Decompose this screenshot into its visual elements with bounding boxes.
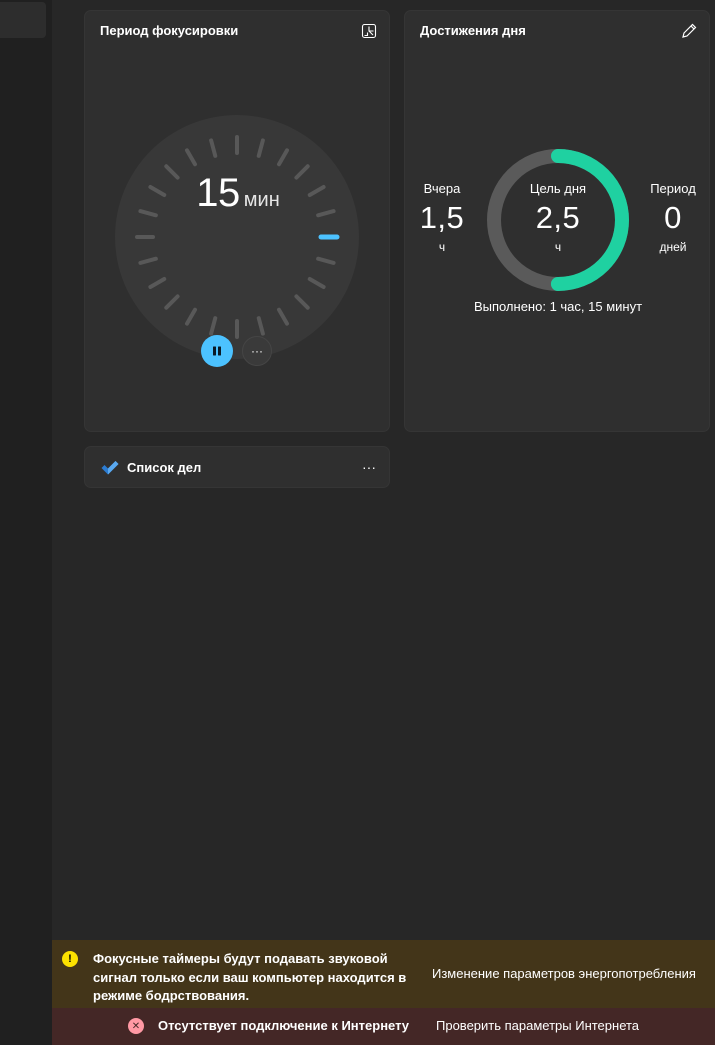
daily-progress-card: Достижения дня Вчера 1,5 ч Цель дня 2,5 … (404, 10, 710, 432)
todo-check-icon (101, 461, 119, 475)
warning-banner: ! Фокусные таймеры будут подавать звуков… (52, 940, 715, 1008)
sidebar-item-selected[interactable] (0, 2, 46, 38)
timer-readout: 15 мин (85, 171, 391, 216)
focus-session-card: Период фокусировки 15 мин ··· (84, 10, 390, 432)
pause-icon (213, 346, 221, 356)
error-icon: ✕ (128, 1018, 144, 1034)
warning-icon: ! (62, 951, 78, 967)
error-banner: ✕ Отсутствует подключение к Интернету Пр… (52, 1008, 715, 1045)
streak-stat: Период 0 дней (645, 181, 701, 254)
compact-mode-icon[interactable] (359, 21, 379, 41)
timer-value: 15 (196, 171, 240, 215)
pause-button[interactable] (201, 335, 233, 367)
yesterday-label: Вчера (423, 181, 461, 196)
focus-session-title: Период фокусировки (100, 23, 239, 38)
todo-more-options-button[interactable]: ··· (359, 457, 379, 477)
daily-progress-title: Достижения дня (420, 23, 526, 38)
navigation-sidebar (0, 0, 52, 1045)
error-message: Отсутствует подключение к Интернету (158, 1018, 410, 1033)
daily-goal-stat: Цель дня 2,5 ч (518, 181, 598, 254)
yesterday-unit: ч (438, 240, 446, 254)
streak-label: Период (650, 181, 696, 196)
todo-title: Список дел (127, 460, 202, 475)
power-settings-link[interactable]: Изменение параметров энергопотребления (432, 966, 696, 981)
daily-goal-value: 2,5 (535, 200, 581, 235)
daily-goal-label: Цель дня (529, 181, 587, 196)
todo-card: Список дел ··· (84, 446, 390, 488)
warning-message: Фокусные таймеры будут подавать звуковой… (93, 951, 407, 1003)
timer-unit: мин (243, 189, 280, 211)
internet-settings-link[interactable]: Проверить параметры Интернета (436, 1018, 639, 1033)
yesterday-value: 1,5 (419, 200, 465, 235)
edit-pencil-icon[interactable] (679, 21, 699, 41)
daily-goal-unit: ч (554, 240, 562, 254)
yesterday-stat: Вчера 1,5 ч (419, 181, 465, 254)
streak-value: 0 (664, 200, 682, 235)
focus-more-options-button[interactable]: ··· (242, 336, 272, 366)
streak-unit: дней (659, 240, 687, 254)
completed-summary: Выполнено: 1 час, 15 минут (473, 299, 643, 314)
timer-dial[interactable] (115, 115, 359, 359)
